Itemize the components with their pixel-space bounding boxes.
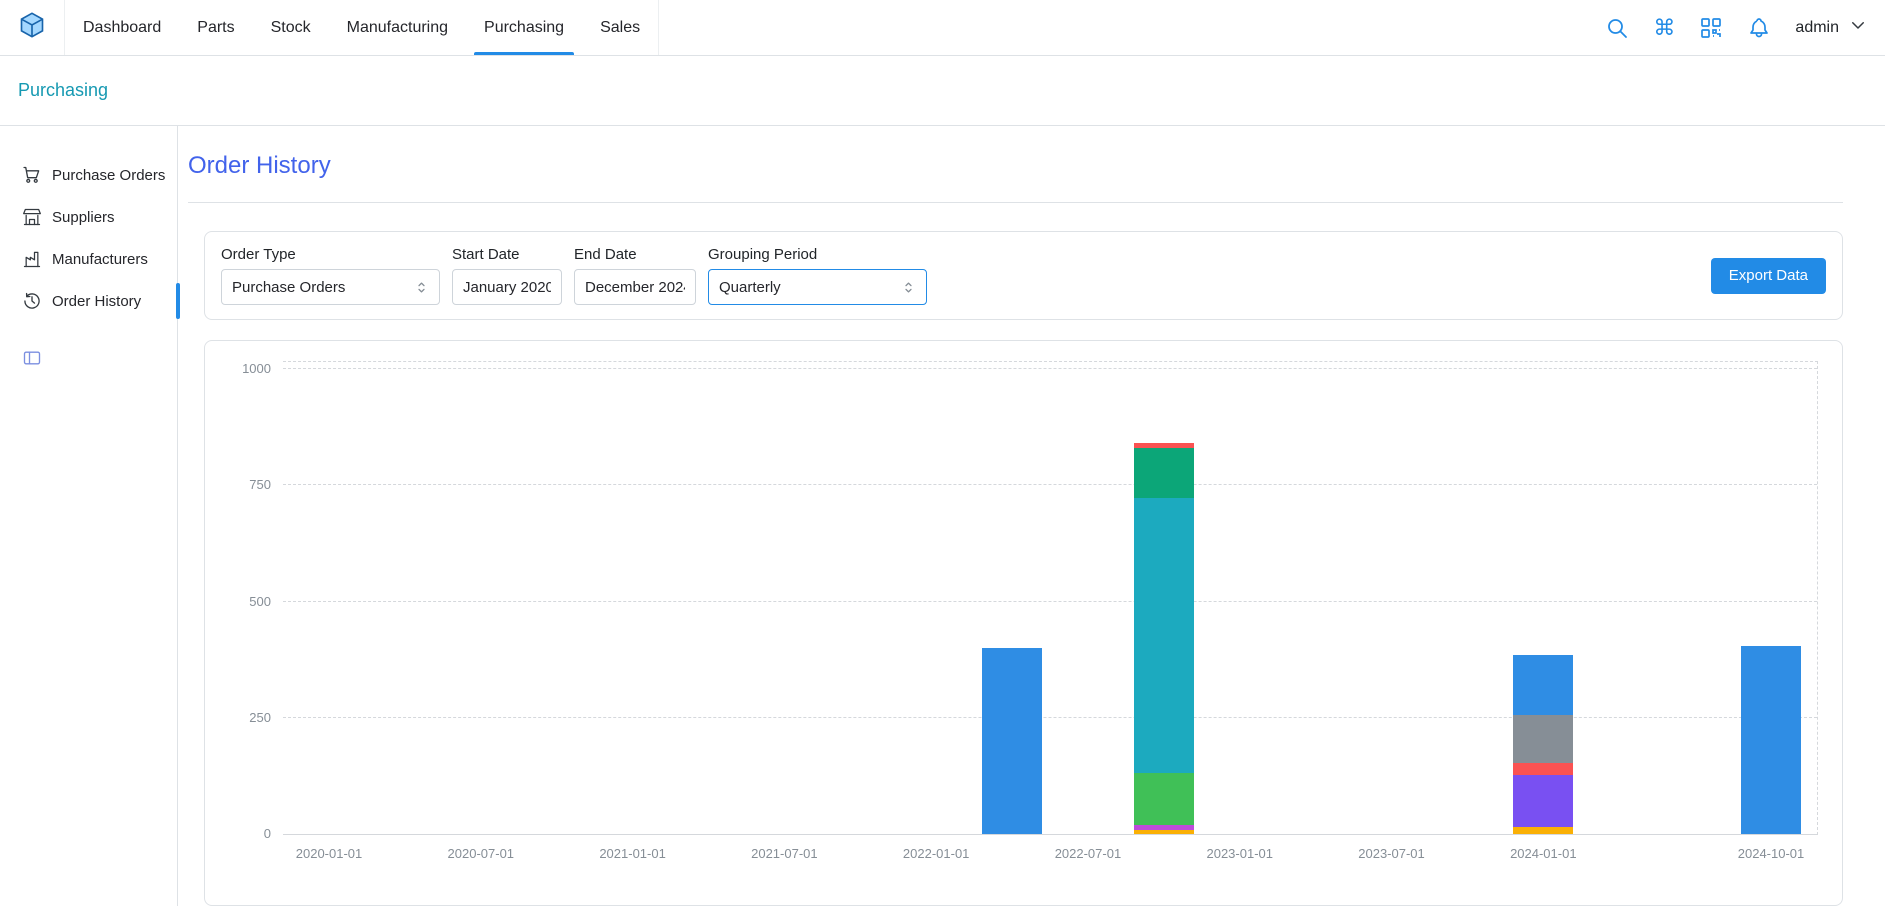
sidebar-item-manufacturers[interactable]: Manufacturers [14, 238, 177, 280]
chevron-down-icon [1849, 16, 1867, 39]
x-axis-tick: 2023-01-01 [1206, 846, 1273, 861]
order-history-chart-card: 0 250 500 750 1000 2020-01-01 2020-07-01 2021-0… [204, 340, 1843, 906]
sidebar-item-suppliers[interactable]: Suppliers [14, 196, 177, 238]
x-axis-tick: 2021-01-01 [599, 846, 666, 861]
chevron-selector-icon [901, 280, 916, 295]
shopping-cart-icon [22, 165, 42, 185]
order-type-field: Order Type Purchase Orders [221, 246, 440, 305]
user-menu[interactable]: admin [1795, 16, 1867, 39]
top-navbar: Dashboard Parts Stock Manufacturing Purc… [0, 0, 1885, 56]
inventree-logo-icon [18, 11, 46, 44]
chevron-selector-icon [414, 280, 429, 295]
search-icon[interactable] [1605, 16, 1629, 40]
bar-segment [982, 648, 1042, 834]
sidebar-item-label: Order History [52, 293, 141, 310]
gridline-750 [283, 484, 1817, 485]
gridline-250 [283, 717, 1817, 718]
building-store-icon [22, 207, 42, 227]
building-factory-icon [22, 249, 42, 269]
qrcode-icon[interactable] [1699, 16, 1723, 40]
start-date-field: Start Date [452, 246, 562, 305]
sidebar-item-label: Purchase Orders [52, 167, 165, 184]
tab-sales[interactable]: Sales [582, 0, 658, 55]
order-history-panel: Order History Order Type Purchase Orders… [178, 126, 1885, 906]
title-divider [188, 202, 1843, 203]
filter-card: Order Type Purchase Orders Start Date [204, 231, 1843, 320]
bar-segment [1134, 830, 1194, 834]
x-axis-tick: 2022-01-01 [903, 846, 970, 861]
tab-dashboard[interactable]: Dashboard [65, 0, 179, 55]
grouping-period-value: Quarterly [719, 279, 781, 296]
x-axis-tick: 2020-01-01 [296, 846, 363, 861]
order-type-select[interactable]: Purchase Orders [221, 269, 440, 305]
grouping-period-select[interactable]: Quarterly [708, 269, 927, 305]
page-title: Order History [188, 152, 1843, 180]
end-date-field: End Date [574, 246, 696, 305]
command-icon[interactable]: ⌘ [1653, 17, 1675, 39]
x-axis-tick: 2021-07-01 [751, 846, 818, 861]
end-date-label: End Date [574, 246, 696, 263]
tab-purchasing[interactable]: Purchasing [466, 0, 582, 55]
sidebar-collapse-icon[interactable] [22, 348, 42, 368]
y-axis-tick: 750 [249, 477, 271, 492]
sidebar-item-order-history[interactable]: Order History [14, 280, 177, 322]
main-nav-tabs: Dashboard Parts Stock Manufacturing Purc… [64, 0, 659, 55]
y-axis-tick: 1000 [242, 361, 271, 376]
chart-plot: 025050075010002020-01-012020-07-012021-0… [283, 361, 1818, 835]
end-date-input[interactable] [585, 279, 685, 296]
bar-segment [1513, 715, 1573, 763]
username: admin [1795, 19, 1839, 37]
bar-segment [1134, 448, 1194, 498]
x-axis-tick: 2020-07-01 [448, 846, 515, 861]
history-icon [22, 291, 42, 311]
grouping-period-field: Grouping Period Quarterly [708, 246, 927, 305]
stacked-bar-2024-01-01[interactable] [1513, 655, 1573, 834]
gridline-1000 [283, 368, 1817, 369]
breadcrumb-purchasing[interactable]: Purchasing [18, 80, 108, 101]
grouping-period-label: Grouping Period [708, 246, 927, 263]
tab-stock[interactable]: Stock [253, 0, 329, 55]
bar-segment [1741, 646, 1801, 834]
bar-segment [1513, 763, 1573, 775]
purchasing-sidebar: Purchase Orders Suppliers Manufacturers [0, 126, 178, 906]
start-date-input[interactable] [463, 279, 551, 296]
y-axis-tick: 0 [264, 826, 271, 841]
sidebar-item-purchase-orders[interactable]: Purchase Orders [14, 154, 177, 196]
bell-icon[interactable] [1747, 16, 1771, 40]
bar-segment [1134, 498, 1194, 772]
app-logo[interactable] [18, 11, 46, 44]
stacked-bar-2022-04-01[interactable] [982, 648, 1042, 834]
tab-manufacturing[interactable]: Manufacturing [329, 0, 466, 55]
y-axis-tick: 250 [249, 710, 271, 725]
x-axis-tick: 2022-07-01 [1055, 846, 1122, 861]
start-date-label: Start Date [452, 246, 562, 263]
order-type-value: Purchase Orders [232, 279, 345, 296]
order-type-label: Order Type [221, 246, 440, 263]
bar-segment [1513, 775, 1573, 827]
bar-segment [1513, 655, 1573, 715]
sidebar-item-label: Manufacturers [52, 251, 148, 268]
stacked-bar-2022-10-01[interactable] [1134, 443, 1194, 834]
tab-parts[interactable]: Parts [179, 0, 252, 55]
y-axis-tick: 500 [249, 594, 271, 609]
x-axis-tick: 2023-07-01 [1358, 846, 1425, 861]
x-axis-tick: 2024-01-01 [1510, 846, 1577, 861]
breadcrumb: Purchasing [0, 56, 1885, 126]
sidebar-item-label: Suppliers [52, 209, 115, 226]
bar-segment [1513, 827, 1573, 834]
bar-segment [1134, 773, 1194, 825]
export-data-button[interactable]: Export Data [1711, 258, 1826, 294]
gridline-500 [283, 601, 1817, 602]
stacked-bar-2024-10-01[interactable] [1741, 646, 1801, 834]
x-axis-tick: 2024-10-01 [1738, 846, 1805, 861]
navbar-actions: ⌘ admin [1605, 16, 1867, 40]
